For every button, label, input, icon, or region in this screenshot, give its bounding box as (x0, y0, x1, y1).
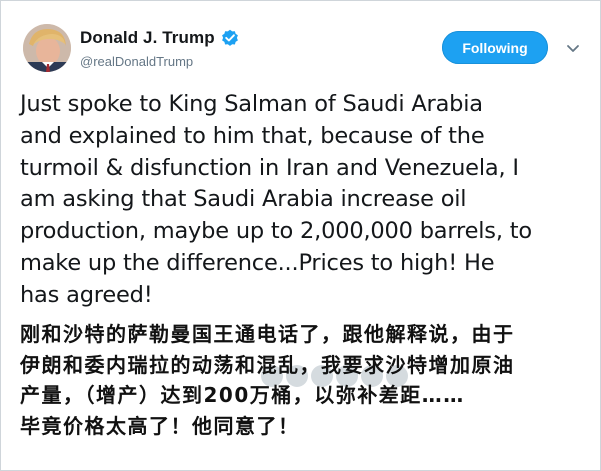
avatar[interactable] (23, 24, 71, 72)
chevron-down-icon[interactable] (566, 41, 580, 52)
translation-line: 刚和沙特的萨勒曼国王通电话了，跟他解释说，由于 (20, 322, 515, 346)
avatar-image (23, 24, 71, 72)
verified-badge-icon (221, 29, 239, 47)
display-name[interactable]: Donald J. Trump (80, 28, 215, 48)
translation-line: 毕竟价格太高了！他同意了！ (20, 413, 300, 438)
translation-line: 产量，（增产）达到200万桶，以弥补差距…… (20, 383, 465, 407)
following-button[interactable]: Following (442, 31, 548, 64)
name-row: Donald J. Trump (80, 28, 239, 48)
user-handle[interactable]: @realDonaldTrump (80, 54, 193, 69)
translation-line: 伊朗和委内瑞拉的动荡和混乱，我要求沙特增加原油 (20, 352, 515, 377)
tweet-card: Donald J. Trump @realDonaldTrump Followi… (0, 0, 601, 471)
tweet-text: Just spoke to King Salman of Saudi Arabi… (20, 91, 532, 308)
chinese-translation: 刚和沙特的萨勒曼国王通电话了，跟他解释说，由于 伊朗和委内瑞拉的动荡和混乱，我要… (20, 319, 585, 441)
